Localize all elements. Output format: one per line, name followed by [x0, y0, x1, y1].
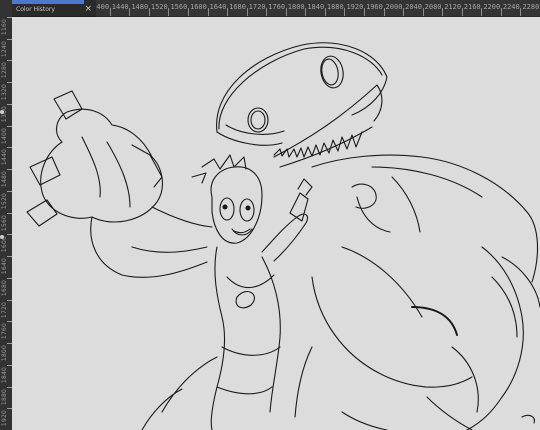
ruler-label: 1760	[1, 323, 8, 340]
ruler-label: 1840	[1, 366, 8, 383]
monster-body	[311, 154, 539, 283]
ruler-label: 1600	[190, 3, 207, 11]
ruler-tick	[403, 8, 405, 16]
ruler-label: 1480	[1, 171, 8, 188]
ruler-label: 1480	[131, 3, 149, 11]
ruler-tick	[324, 8, 326, 16]
ruler-label: 2080	[424, 3, 442, 11]
ruler-label: 1440	[1, 149, 8, 166]
character-torso	[210, 246, 226, 430]
ruler-label: 1560	[170, 3, 188, 11]
docker-tab-indicator	[12, 0, 84, 4]
ruler-tick	[266, 8, 268, 16]
drawing-canvas[interactable]	[12, 17, 540, 430]
ruler-label: 1640	[1, 258, 8, 275]
ruler-tick	[207, 8, 209, 16]
ruler-label: 2240	[502, 3, 520, 11]
ruler-label: 1800	[1, 345, 8, 362]
character-eye-left	[219, 197, 235, 221]
fist-finger-low	[26, 199, 58, 227]
ruler-label: 1160	[1, 19, 8, 36]
close-icon[interactable]: ×	[84, 4, 92, 14]
ruler-label: 1760	[268, 3, 286, 11]
ruler-label: 2120	[444, 3, 462, 11]
ruler-tick	[520, 8, 522, 16]
ruler-tick	[148, 8, 150, 16]
ruler-label: 1680	[1, 279, 8, 296]
ruler-label: 1880	[1, 388, 8, 405]
ruler-label: 1800	[287, 3, 305, 11]
ruler-label: 1840	[307, 3, 325, 11]
ruler-label: 1720	[1, 301, 8, 318]
ruler-label: 1920	[346, 3, 364, 11]
ruler-label: 1960	[366, 3, 383, 11]
ruler-tick	[246, 8, 248, 16]
ruler-label: 1320	[1, 84, 8, 101]
ruler-label: 1720	[248, 3, 266, 11]
ruler-tick	[305, 8, 307, 16]
docker-title: Color History	[16, 6, 55, 13]
ruler-tick	[364, 8, 365, 16]
ruler-label: 1400	[1, 127, 8, 144]
ruler-label: 1240	[1, 40, 8, 57]
ruler-tick	[129, 8, 131, 16]
ruler-label: 1680	[229, 3, 246, 11]
ruler-label: 1920	[1, 410, 8, 427]
monster-fist	[40, 108, 163, 223]
ruler-tick	[383, 8, 385, 16]
monster-arm	[90, 216, 208, 278]
ruler-label: 1560	[1, 214, 8, 231]
ruler-label: 2000	[385, 3, 403, 11]
panel-handle-icon[interactable]	[0, 235, 4, 239]
ruler-label: 1360	[1, 105, 8, 123]
ruler-label: 1640	[209, 3, 227, 11]
zipper-pull	[289, 192, 309, 222]
ruler-label: 1440	[111, 3, 129, 11]
ruler-label: 2280	[522, 3, 540, 11]
ruler-tick	[227, 8, 229, 16]
sketch-artwork	[26, 42, 540, 430]
ruler-tick	[422, 8, 424, 16]
ruler-label: 2160	[463, 3, 481, 11]
ruler-tick	[188, 8, 189, 16]
ruler-tick	[109, 8, 111, 16]
ruler-label: 1520	[1, 192, 8, 209]
ruler-tick	[442, 8, 444, 16]
ruler-tick	[285, 8, 287, 16]
ruler-tick	[500, 8, 502, 16]
ruler-tick	[461, 8, 463, 16]
panel-handle-icon[interactable]	[0, 110, 4, 114]
ruler-label: 1880	[326, 3, 344, 11]
ruler-tick	[481, 8, 483, 16]
ruler-tick	[344, 8, 346, 16]
ruler-label: 1520	[150, 3, 168, 11]
fist-finger-top	[53, 90, 83, 120]
ruler-label: 2040	[405, 3, 422, 11]
character-arm	[261, 213, 308, 262]
ruler-label: 2200	[483, 3, 501, 11]
ruler-label: 1280	[1, 62, 8, 79]
color-history-docker[interactable]: Color History ×	[12, 0, 96, 17]
ruler-tick	[168, 8, 170, 16]
